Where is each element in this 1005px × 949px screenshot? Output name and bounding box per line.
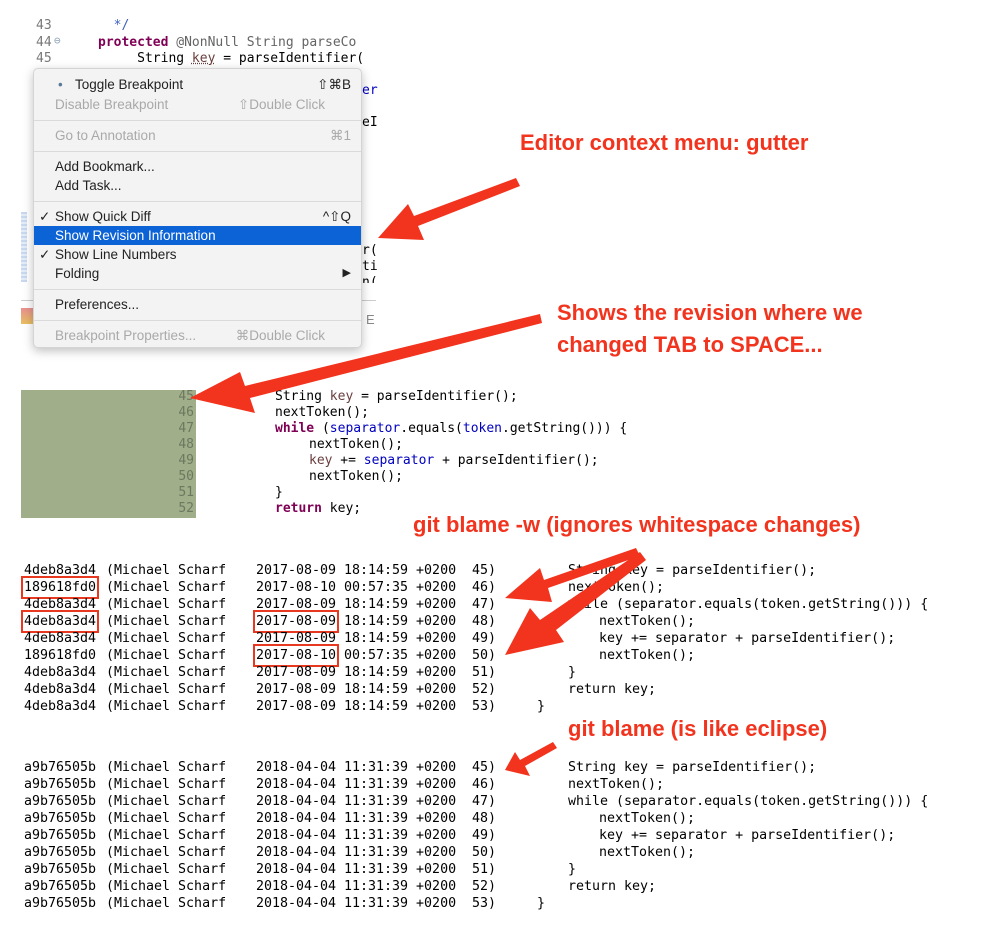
arrow-revision [190, 314, 542, 413]
arrow-gutter [378, 178, 520, 240]
arrows-layer [190, 178, 646, 776]
arrow-blame-w-50 [505, 552, 646, 655]
arrow-blame [505, 742, 557, 776]
